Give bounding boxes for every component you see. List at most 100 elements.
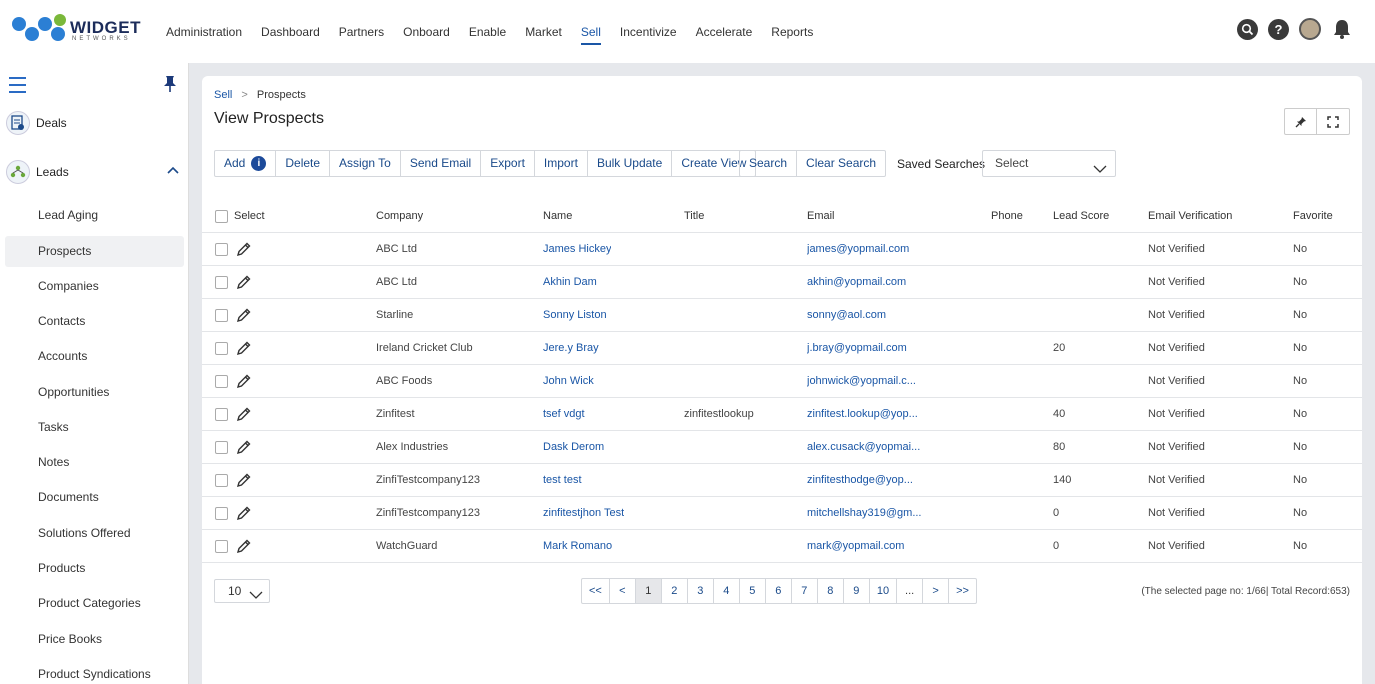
cell-email[interactable]: akhin@yopmail.com xyxy=(807,266,906,299)
header-title[interactable]: Title xyxy=(684,200,704,233)
cell-email[interactable]: james@yopmail.com xyxy=(807,233,909,266)
import-button[interactable]: Import xyxy=(535,151,588,176)
fullscreen-icon[interactable] xyxy=(1317,109,1349,134)
sidebar-item-prospects[interactable]: Prospects xyxy=(5,236,184,267)
nav-onboard[interactable]: Onboard xyxy=(403,19,450,45)
header-name[interactable]: Name xyxy=(543,200,572,233)
help-icon[interactable]: ? xyxy=(1268,18,1289,40)
edit-pencil-icon[interactable] xyxy=(236,439,252,455)
cell-name[interactable]: test test xyxy=(543,464,582,497)
page-button[interactable]: 1 xyxy=(635,579,662,603)
page-button[interactable]: 10 xyxy=(870,579,898,603)
breadcrumb-sell[interactable]: Sell xyxy=(214,89,232,101)
search-icon[interactable] xyxy=(1237,18,1258,40)
nav-administration[interactable]: Administration xyxy=(166,19,242,45)
nav-dashboard[interactable]: Dashboard xyxy=(261,19,320,45)
row-checkbox[interactable] xyxy=(215,243,228,256)
sidebar-item-products[interactable]: Products xyxy=(5,553,184,584)
cell-name[interactable]: Mark Romano xyxy=(543,530,612,563)
page-size-select[interactable]: 10 xyxy=(214,579,270,603)
page-button[interactable]: > xyxy=(923,579,950,603)
page-button[interactable]: 7 xyxy=(792,579,818,603)
sidebar-group-leads[interactable]: Leads xyxy=(6,158,184,186)
header-email-verification[interactable]: Email Verification xyxy=(1148,200,1232,233)
edit-pencil-icon[interactable] xyxy=(236,307,252,323)
pin-icon[interactable] xyxy=(1285,109,1317,134)
header-lead-score[interactable]: Lead Score xyxy=(1053,200,1109,233)
page-button[interactable]: >> xyxy=(949,579,976,603)
row-checkbox[interactable] xyxy=(215,309,228,322)
page-button[interactable]: 2 xyxy=(662,579,688,603)
sidebar-item-contacts[interactable]: Contacts xyxy=(5,306,184,337)
hamburger-menu-icon[interactable] xyxy=(9,77,26,93)
cell-email[interactable]: alex.cusack@yopmai... xyxy=(807,431,920,464)
edit-pencil-icon[interactable] xyxy=(236,505,252,521)
cell-email[interactable]: zinfitest.lookup@yop... xyxy=(807,398,918,431)
row-checkbox[interactable] xyxy=(215,342,228,355)
edit-pencil-icon[interactable] xyxy=(236,472,252,488)
saved-searches-select[interactable]: Select xyxy=(982,150,1116,177)
cell-name[interactable]: Sonny Liston xyxy=(543,299,607,332)
cell-name[interactable]: Dask Derom xyxy=(543,431,604,464)
sidebar-item-product-categories[interactable]: Product Categories xyxy=(5,588,184,619)
cell-email[interactable]: mitchellshay319@gm... xyxy=(807,497,922,530)
sidebar-item-price-books[interactable]: Price Books xyxy=(5,624,184,655)
nav-accelerate[interactable]: Accelerate xyxy=(696,19,753,45)
edit-pencil-icon[interactable] xyxy=(236,241,252,257)
page-button[interactable]: 9 xyxy=(844,579,870,603)
sidebar-item-lead-aging[interactable]: Lead Aging xyxy=(5,200,184,231)
edit-pencil-icon[interactable] xyxy=(236,274,252,290)
sidebar-item-solutions-offered[interactable]: Solutions Offered xyxy=(5,518,184,549)
header-email[interactable]: Email xyxy=(807,200,835,233)
row-checkbox[interactable] xyxy=(215,375,228,388)
row-checkbox[interactable] xyxy=(215,441,228,454)
header-phone[interactable]: Phone xyxy=(991,200,1023,233)
edit-pencil-icon[interactable] xyxy=(236,406,252,422)
nav-partners[interactable]: Partners xyxy=(339,19,384,45)
page-button[interactable]: << xyxy=(582,579,610,603)
nav-reports[interactable]: Reports xyxy=(771,19,813,45)
cell-name[interactable]: John Wick xyxy=(543,365,594,398)
export-button[interactable]: Export xyxy=(481,151,535,176)
send-email-button[interactable]: Send Email xyxy=(401,151,482,176)
chevron-up-icon[interactable] xyxy=(166,164,180,178)
sidebar-item-companies[interactable]: Companies xyxy=(5,271,184,302)
cell-name[interactable]: Jere.y Bray xyxy=(543,332,599,365)
cell-email[interactable]: j.bray@yopmail.com xyxy=(807,332,907,365)
edit-pencil-icon[interactable] xyxy=(236,538,252,554)
cell-name[interactable]: zinfitestjhon Test xyxy=(543,497,624,530)
sidebar-item-opportunities[interactable]: Opportunities xyxy=(5,377,184,408)
cell-name[interactable]: Akhin Dam xyxy=(543,266,597,299)
cell-email[interactable]: johnwick@yopmail.c... xyxy=(807,365,916,398)
add-button[interactable]: Add i xyxy=(215,151,277,176)
row-checkbox[interactable] xyxy=(215,507,228,520)
edit-pencil-icon[interactable] xyxy=(236,373,252,389)
cell-email[interactable]: sonny@aol.com xyxy=(807,299,886,332)
cell-email[interactable]: mark@yopmail.com xyxy=(807,530,904,563)
info-icon[interactable]: i xyxy=(251,156,267,171)
header-company[interactable]: Company xyxy=(376,200,423,233)
row-checkbox[interactable] xyxy=(215,408,228,421)
nav-market[interactable]: Market xyxy=(525,19,562,45)
sidebar-item-notes[interactable]: Notes xyxy=(5,447,184,478)
page-button[interactable]: 5 xyxy=(740,579,766,603)
assign-to-button[interactable]: Assign To xyxy=(330,151,401,176)
header-favorite[interactable]: Favorite xyxy=(1293,200,1333,233)
nav-incentivize[interactable]: Incentivize xyxy=(620,19,677,45)
row-checkbox[interactable] xyxy=(215,474,228,487)
edit-pencil-icon[interactable] xyxy=(236,340,252,356)
pin-icon[interactable] xyxy=(163,75,177,98)
select-all-checkbox[interactable] xyxy=(215,210,228,223)
page-button[interactable]: 3 xyxy=(688,579,714,603)
nav-enable[interactable]: Enable xyxy=(469,19,506,45)
nav-sell[interactable]: Sell xyxy=(580,19,601,45)
bell-icon[interactable] xyxy=(1331,18,1353,40)
cell-email[interactable]: zinfitesthodge@yop... xyxy=(807,464,913,497)
brand-logo[interactable]: WIDGET NETWORKS xyxy=(10,12,145,52)
sidebar-item-accounts[interactable]: Accounts xyxy=(5,341,184,372)
row-checkbox[interactable] xyxy=(215,540,228,553)
avatar[interactable] xyxy=(1299,18,1321,40)
search-button[interactable]: Search xyxy=(740,151,798,176)
page-button[interactable]: 8 xyxy=(818,579,844,603)
row-checkbox[interactable] xyxy=(215,276,228,289)
